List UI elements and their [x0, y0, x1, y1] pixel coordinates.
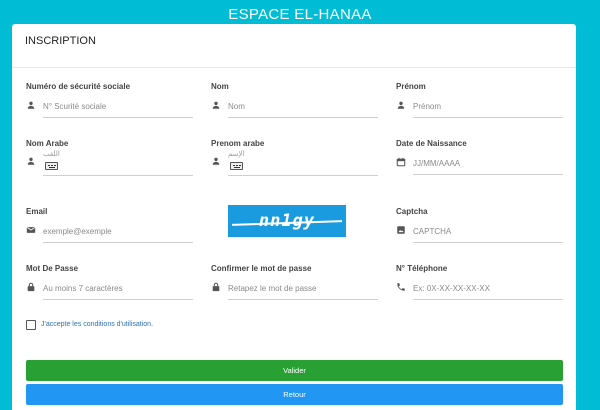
prenom-arabe-input[interactable]	[228, 150, 378, 176]
prenom-arabe-placeholder: الإسم	[228, 150, 245, 158]
captcha-input[interactable]	[413, 221, 563, 243]
valider-button[interactable]: Valider	[26, 360, 563, 381]
telephone-input[interactable]	[413, 278, 563, 300]
confirmer-input[interactable]	[228, 278, 378, 300]
person-icon	[212, 101, 220, 109]
mot-de-passe-input[interactable]	[43, 278, 193, 300]
page-title: INSCRIPTION	[25, 35, 96, 47]
prenom-label: Prénom	[396, 82, 426, 91]
image-icon	[397, 226, 405, 234]
date-naissance-input[interactable]	[413, 153, 563, 175]
captcha-image: nn1gy	[228, 205, 346, 237]
nom-input[interactable]	[228, 96, 378, 118]
retour-button[interactable]: Retour	[26, 384, 563, 405]
site-title: ESPACE EL-HANAA	[228, 6, 372, 23]
prenom-input[interactable]	[413, 96, 563, 118]
captcha-label: Captcha	[396, 207, 428, 216]
email-input[interactable]	[43, 221, 193, 243]
terms-checkbox[interactable]	[26, 320, 36, 330]
date-naissance-label: Date de Naissance	[396, 139, 467, 148]
lock-icon	[27, 282, 35, 292]
confirmer-label: Confirmer le mot de passe	[211, 264, 312, 273]
lock-icon	[212, 282, 220, 292]
phone-icon	[397, 283, 405, 291]
calendar-icon	[396, 157, 406, 167]
telephone-label: N° Téléphone	[396, 264, 448, 273]
ssn-label: Numéro de sécurité sociale	[26, 82, 131, 91]
person-icon	[27, 101, 35, 109]
person-icon	[27, 157, 35, 165]
nom-label: Nom	[211, 82, 229, 91]
mail-icon	[26, 227, 36, 233]
nom-arabe-placeholder: اللقب	[43, 150, 60, 158]
nom-arabe-label: Nom Arabe	[26, 139, 69, 148]
person-icon	[397, 101, 405, 109]
terms-label[interactable]: J'accepte les conditions d'utilisation.	[41, 321, 153, 328]
inscription-card: INSCRIPTION Numéro de sécurité sociale N…	[12, 24, 576, 410]
email-label: Email	[26, 207, 48, 216]
nom-arabe-input[interactable]	[43, 150, 193, 176]
prenom-arabe-label: Prenom arabe	[211, 139, 265, 148]
keyboard-icon[interactable]	[230, 162, 243, 170]
keyboard-icon[interactable]	[45, 162, 58, 170]
person-icon	[212, 157, 220, 165]
ssn-input[interactable]	[43, 96, 193, 118]
divider	[12, 67, 576, 68]
mot-de-passe-label: Mot De Passe	[26, 264, 79, 273]
